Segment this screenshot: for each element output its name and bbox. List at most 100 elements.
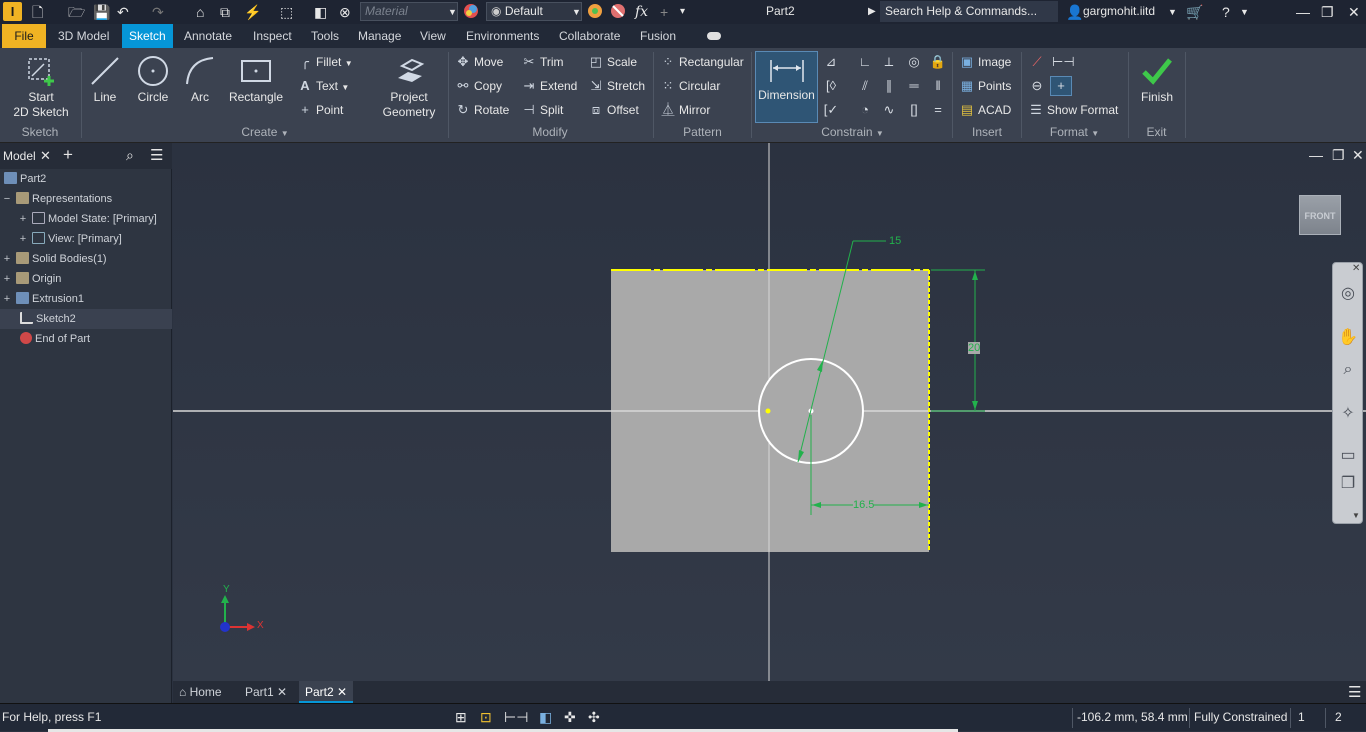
user-name[interactable]: gargmohit.iitd [1083,4,1155,18]
scale-button[interactable]: ◰ Scale [588,51,637,73]
horizontal-dimension-value[interactable]: 16.5 [853,499,875,511]
color-override-icon[interactable]: ◧ [314,3,327,21]
tab-tools[interactable]: Tools [304,24,346,48]
zoom-icon[interactable]: ⌕ [1337,359,1359,381]
tree-item-representations[interactable]: − Representations [0,189,172,209]
tab-fusion[interactable]: Fusion [633,24,683,48]
finish-sketch-button[interactable]: Finish [1134,54,1180,105]
dimension-display-icon[interactable]: ⊢⊣ [504,704,528,731]
chevron-down-icon[interactable]: ▼ [572,3,581,21]
insert-points-button[interactable]: ▦ Points [959,75,1012,97]
material-browser-icon[interactable]: ⊗ [339,3,351,21]
tab-manage[interactable]: Manage [351,24,408,48]
tree-item-part2[interactable]: Part2 [0,169,172,189]
vertical-constraint-icon[interactable]: ‖ [929,77,947,95]
close-icon[interactable]: ✕ [1352,147,1364,164]
doc-tab-part1[interactable]: Part1 ✕ [239,681,293,703]
tree-item-sketch2[interactable]: Sketch2 [0,309,172,329]
clear-appearance-icon[interactable] [610,3,626,23]
fx-parameters-icon[interactable]: fx [635,3,648,21]
tab-collaborate[interactable]: Collaborate [552,24,627,48]
insert-acad-button[interactable]: ▤ ACAD [959,99,1012,121]
constraint-settings-icon[interactable]: [✓ [822,101,840,119]
tree-expander[interactable]: + [2,269,12,289]
minimize-icon[interactable]: — [1296,3,1310,21]
close-icon[interactable]: ✕ [40,148,51,164]
mirror-button[interactable]: ⏅ Mirror [660,99,710,121]
doc-tab-home[interactable]: ⌂ Home [173,681,228,703]
line-button[interactable]: Line [86,54,124,105]
appearance-dropdown[interactable]: ◉ Default [486,2,582,21]
help-search-input[interactable]: Search Help & Commands... [880,1,1058,22]
tree-item-end-of-part[interactable]: End of Part [0,329,172,349]
tree-item-origin[interactable]: + Origin [0,269,172,289]
tab-annotate[interactable]: Annotate [177,24,239,48]
copy-button[interactable]: ⚯ Copy [455,75,502,97]
rectangular-pattern-button[interactable]: ⁘ Rectangular [660,51,744,73]
graphics-window[interactable]: 15 20 16.5 Y X — ❐ ✕ FRONT [173,143,1366,681]
sketch-viewport[interactable] [173,143,1366,681]
insert-image-button[interactable]: ▣ Image [959,51,1012,73]
tab-view[interactable]: View [413,24,453,48]
view-face-icon[interactable]: ❐ [1337,473,1359,495]
point-button[interactable]: + Point [297,99,343,121]
show-constraints-icon[interactable]: [◊ [822,77,840,95]
panel-label-create[interactable]: Create ▼ [200,125,330,141]
tree-item-extrusion1[interactable]: + Extrusion1 [0,289,172,309]
trim-button[interactable]: ✂ Trim [521,51,564,73]
tree-item-view[interactable]: + View: [Primary] [0,229,172,249]
tab-file[interactable]: File [2,24,46,48]
tree-expander[interactable]: + [18,209,28,229]
show-dof-icon[interactable]: ✣ [588,704,600,731]
tree-expander[interactable]: + [18,229,28,249]
slice-graphics-icon[interactable]: ◧ [539,704,552,731]
stretch-button[interactable]: ⇲ Stretch [588,75,645,97]
auto-dimension-icon[interactable]: ⊿ [822,53,840,71]
horizontal-constraint-icon[interactable]: ═ [905,77,923,95]
add-tab-icon[interactable]: + [63,145,73,165]
driven-dimension-icon[interactable]: ⊢⊣ [1052,53,1075,71]
app-icon[interactable]: I [3,2,22,21]
chevron-down-icon[interactable]: ▼ [1352,511,1360,520]
dimension-button[interactable]: Dimension [755,51,818,123]
close-icon[interactable]: ✕ [277,685,287,699]
user-icon[interactable]: 👤 [1066,3,1083,21]
arc-button[interactable]: Arc [181,54,219,105]
pan-icon[interactable]: ✋ [1337,327,1359,349]
menu-icon[interactable]: ☰ [150,146,163,164]
ribbon-toggle-icon[interactable] [707,32,721,40]
restore-icon[interactable]: ❐ [1332,147,1345,164]
doc-tab-part2[interactable]: Part2 ✕ [299,681,354,703]
collinear-constraint-icon[interactable]: ⫽ [856,77,874,95]
split-button[interactable]: ⊣ Split [521,99,563,121]
move-button[interactable]: ✥ Move [455,51,504,73]
tab-sketch[interactable]: Sketch [122,24,173,48]
grid-snap-icon[interactable]: ⊞ [455,704,467,731]
diameter-dimension-value[interactable]: 15 [889,235,901,247]
projected-point[interactable] [765,408,771,414]
centerline-icon[interactable]: ⊖ [1028,77,1046,95]
rebuild-icon[interactable]: ⚡ [244,3,261,21]
close-icon[interactable]: ✕ [1348,3,1360,21]
search-icon[interactable]: ⌕ [126,147,134,164]
perpendicular-constraint-icon[interactable]: ⟂ [880,53,898,71]
close-icon[interactable]: ✕ [1352,263,1360,274]
cart-icon[interactable]: 🛒 [1186,3,1203,21]
equal-constraint-icon[interactable]: = [929,101,947,119]
parallel-constraint-icon[interactable]: ∥ [880,77,898,95]
select-icon[interactable]: ⬚ [280,3,293,21]
tab-3d-model[interactable]: 3D Model [51,24,116,48]
tree-expander[interactable]: + [2,249,12,269]
chevron-down-icon[interactable]: ▼ [1240,3,1249,21]
start-2d-sketch-button[interactable]: Start 2D Sketch [8,54,74,120]
look-at-icon[interactable]: ▭ [1337,445,1359,467]
project-geometry-button[interactable]: Project Geometry [374,54,444,120]
fix-constraint-icon[interactable]: 🔒 [929,53,947,71]
text-button[interactable]: A Text ▼ [297,75,349,97]
tab-inspect[interactable]: Inspect [246,24,299,48]
tree-expander[interactable]: + [2,289,12,309]
circular-pattern-button[interactable]: ⁙ Circular [660,75,721,97]
rectangle-button[interactable]: Rectangle [228,54,284,105]
viewcube[interactable]: FRONT [1299,195,1341,235]
panel-label-constrain[interactable]: Constrain ▼ [805,125,900,141]
